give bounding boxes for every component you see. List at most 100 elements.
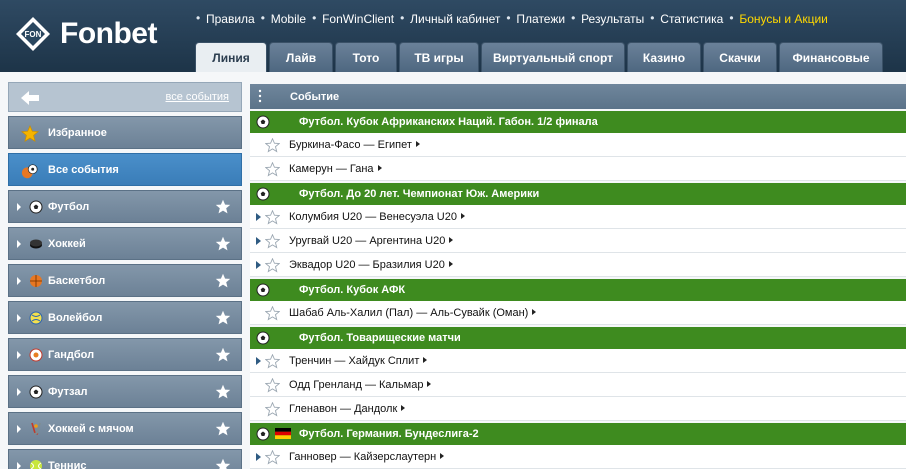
fonbet-logo[interactable]: FON Fonbet bbox=[14, 10, 157, 58]
favorite-star-icon[interactable] bbox=[265, 234, 280, 249]
event-row[interactable]: Гленавон — Дандолк bbox=[250, 397, 906, 421]
expand-arrow-icon[interactable] bbox=[256, 453, 261, 461]
event-title[interactable]: Ганновер — Кайзерслаутерн bbox=[289, 451, 444, 463]
league-header[interactable]: Футбол. Германия. Бундеслига-2 bbox=[250, 423, 906, 445]
column-menu-icon[interactable] bbox=[258, 89, 262, 103]
league-title: Футбол. До 20 лет. Чемпионат Юж. Америки bbox=[299, 188, 540, 200]
sidebar-item-volleyball[interactable]: Волейбол bbox=[8, 301, 242, 334]
league-header[interactable]: Футбол. Кубок АФК bbox=[250, 279, 906, 301]
sidebar-item-label: Футзал bbox=[48, 386, 88, 398]
nav-bonuses[interactable]: Бонусы и Акции bbox=[729, 11, 834, 26]
tab-casino[interactable]: Казино bbox=[627, 42, 701, 72]
favorite-star-icon[interactable] bbox=[265, 258, 280, 273]
favorite-star-icon[interactable] bbox=[265, 402, 280, 417]
expand-arrow-icon bbox=[17, 351, 21, 359]
sports-sidebar: все события Избранное Все события Футбол… bbox=[8, 82, 242, 469]
favorite-star-icon[interactable] bbox=[265, 210, 280, 225]
league-title: Футбол. Товарищеские матчи bbox=[299, 332, 461, 344]
expand-arrow-icon bbox=[17, 388, 21, 396]
favorite-star-icon[interactable] bbox=[215, 310, 231, 326]
favorite-star-icon[interactable] bbox=[215, 347, 231, 363]
event-row[interactable]: Буркина-Фасо — Египет bbox=[250, 133, 906, 157]
event-title[interactable]: Одд Гренланд — Кальмар bbox=[289, 379, 431, 391]
back-arrow-icon[interactable] bbox=[21, 91, 39, 105]
event-row[interactable]: Тренчин — Хайдук Сплит bbox=[250, 349, 906, 373]
expand-arrow-icon bbox=[17, 314, 21, 322]
events-header: Событие bbox=[250, 84, 906, 109]
event-row[interactable]: Камерун — Гана bbox=[250, 157, 906, 181]
tab-virtual-sport[interactable]: Виртуальный спорт bbox=[481, 42, 625, 72]
event-title[interactable]: Шабаб Аль-Халил (Пал) — Аль-Сувайк (Оман… bbox=[289, 307, 536, 319]
favorite-star-icon[interactable] bbox=[265, 450, 280, 465]
nav-mobile[interactable]: Mobile bbox=[261, 11, 312, 26]
event-title[interactable]: Буркина-Фасо — Египет bbox=[289, 139, 420, 151]
favorite-star-icon[interactable] bbox=[265, 354, 280, 369]
event-row[interactable]: Эквадор U20 — Бразилия U20 bbox=[250, 253, 906, 277]
all-events-link[interactable]: все события bbox=[166, 91, 229, 103]
nav-account[interactable]: Личный кабинет bbox=[400, 11, 506, 26]
expand-arrow-icon[interactable] bbox=[256, 213, 261, 221]
event-row[interactable]: Ганновер — Кайзерслаутерн bbox=[250, 445, 906, 469]
tab-races[interactable]: Скачки bbox=[703, 42, 777, 72]
nav-rules[interactable]: Правила bbox=[196, 11, 261, 26]
league-header[interactable]: Футбол. Товарищеские матчи bbox=[250, 327, 906, 349]
tab-tv-games[interactable]: ТВ игры bbox=[399, 42, 479, 72]
sidebar-item-basketball[interactable]: Баскетбол bbox=[8, 264, 242, 297]
top-navigation: Правила Mobile FonWinClient Личный кабин… bbox=[196, 11, 834, 26]
nav-statistics[interactable]: Статистика bbox=[650, 11, 729, 26]
main-tabs: Линия Лайв Тото ТВ игры Виртуальный спор… bbox=[195, 42, 885, 72]
expand-arrow-icon bbox=[17, 240, 21, 248]
sidebar-item-label: Волейбол bbox=[48, 312, 103, 324]
nav-fonwinclient[interactable]: FonWinClient bbox=[312, 11, 400, 26]
hockey-puck-icon bbox=[30, 239, 42, 249]
sidebar-item-tennis[interactable]: Теннис bbox=[8, 449, 242, 469]
sidebar-item-handball[interactable]: Гандбол bbox=[8, 338, 242, 371]
sidebar-item-hockey[interactable]: Хоккей bbox=[8, 227, 242, 260]
sidebar-item-futsal[interactable]: Футзал bbox=[8, 375, 242, 408]
event-row[interactable]: Колумбия U20 — Венесуэла U20 bbox=[250, 205, 906, 229]
event-title[interactable]: Гленавон — Дандолк bbox=[289, 403, 405, 415]
expand-arrow-icon[interactable] bbox=[256, 237, 261, 245]
sidebar-item-favorites[interactable]: Избранное bbox=[8, 116, 242, 149]
favorite-star-icon[interactable] bbox=[265, 138, 280, 153]
sidebar-item-bandy[interactable]: Хоккей с мячом bbox=[8, 412, 242, 445]
favorite-star-icon[interactable] bbox=[215, 458, 231, 469]
event-title[interactable]: Эквадор U20 — Бразилия U20 bbox=[289, 259, 453, 271]
event-row[interactable]: Уругвай U20 — Аргентина U20 bbox=[250, 229, 906, 253]
expand-arrow-icon bbox=[17, 462, 21, 469]
favorite-star-icon[interactable] bbox=[215, 199, 231, 215]
tab-financial[interactable]: Финансовые bbox=[779, 42, 883, 72]
expand-arrow-icon[interactable] bbox=[256, 261, 261, 269]
germany-flag-icon bbox=[275, 428, 291, 439]
league-header[interactable]: Футбол. До 20 лет. Чемпионат Юж. Америки bbox=[250, 183, 906, 205]
nav-payments[interactable]: Платежи bbox=[506, 11, 571, 26]
favorite-star-icon[interactable] bbox=[265, 162, 280, 177]
nav-results[interactable]: Результаты bbox=[571, 11, 650, 26]
expand-arrow-icon[interactable] bbox=[256, 357, 261, 365]
favorite-star-icon[interactable] bbox=[215, 273, 231, 289]
favorite-star-icon[interactable] bbox=[215, 421, 231, 437]
fon-badge-icon: FON bbox=[16, 17, 50, 51]
event-title[interactable]: Уругвай U20 — Аргентина U20 bbox=[289, 235, 453, 247]
football-icon bbox=[256, 283, 270, 297]
bandy-icon bbox=[31, 422, 41, 435]
favorite-star-icon[interactable] bbox=[215, 384, 231, 400]
event-row[interactable]: Шабаб Аль-Халил (Пал) — Аль-Сувайк (Оман… bbox=[250, 301, 906, 325]
league-header[interactable]: Футбол. Кубок Африканских Наций. Габон. … bbox=[250, 111, 906, 133]
sidebar-top-bar: все события bbox=[8, 82, 242, 112]
sidebar-item-label: Гандбол bbox=[48, 349, 95, 361]
football-icon bbox=[29, 200, 43, 214]
favorite-star-icon[interactable] bbox=[265, 306, 280, 321]
sidebar-item-football[interactable]: Футбол bbox=[8, 190, 242, 223]
tab-line[interactable]: Линия bbox=[195, 42, 267, 72]
events-list: Событие Футбол. Кубок Африканских Наций.… bbox=[250, 84, 906, 469]
favorite-star-icon[interactable] bbox=[265, 378, 280, 393]
event-title[interactable]: Колумбия U20 — Венесуэла U20 bbox=[289, 211, 465, 223]
event-row[interactable]: Одд Гренланд — Кальмар bbox=[250, 373, 906, 397]
tab-toto[interactable]: Тото bbox=[335, 42, 397, 72]
event-title[interactable]: Тренчин — Хайдук Сплит bbox=[289, 355, 427, 367]
event-title[interactable]: Камерун — Гана bbox=[289, 163, 382, 175]
favorite-star-icon[interactable] bbox=[215, 236, 231, 252]
tab-live[interactable]: Лайв bbox=[269, 42, 333, 72]
sidebar-item-all-events[interactable]: Все события bbox=[8, 153, 242, 186]
